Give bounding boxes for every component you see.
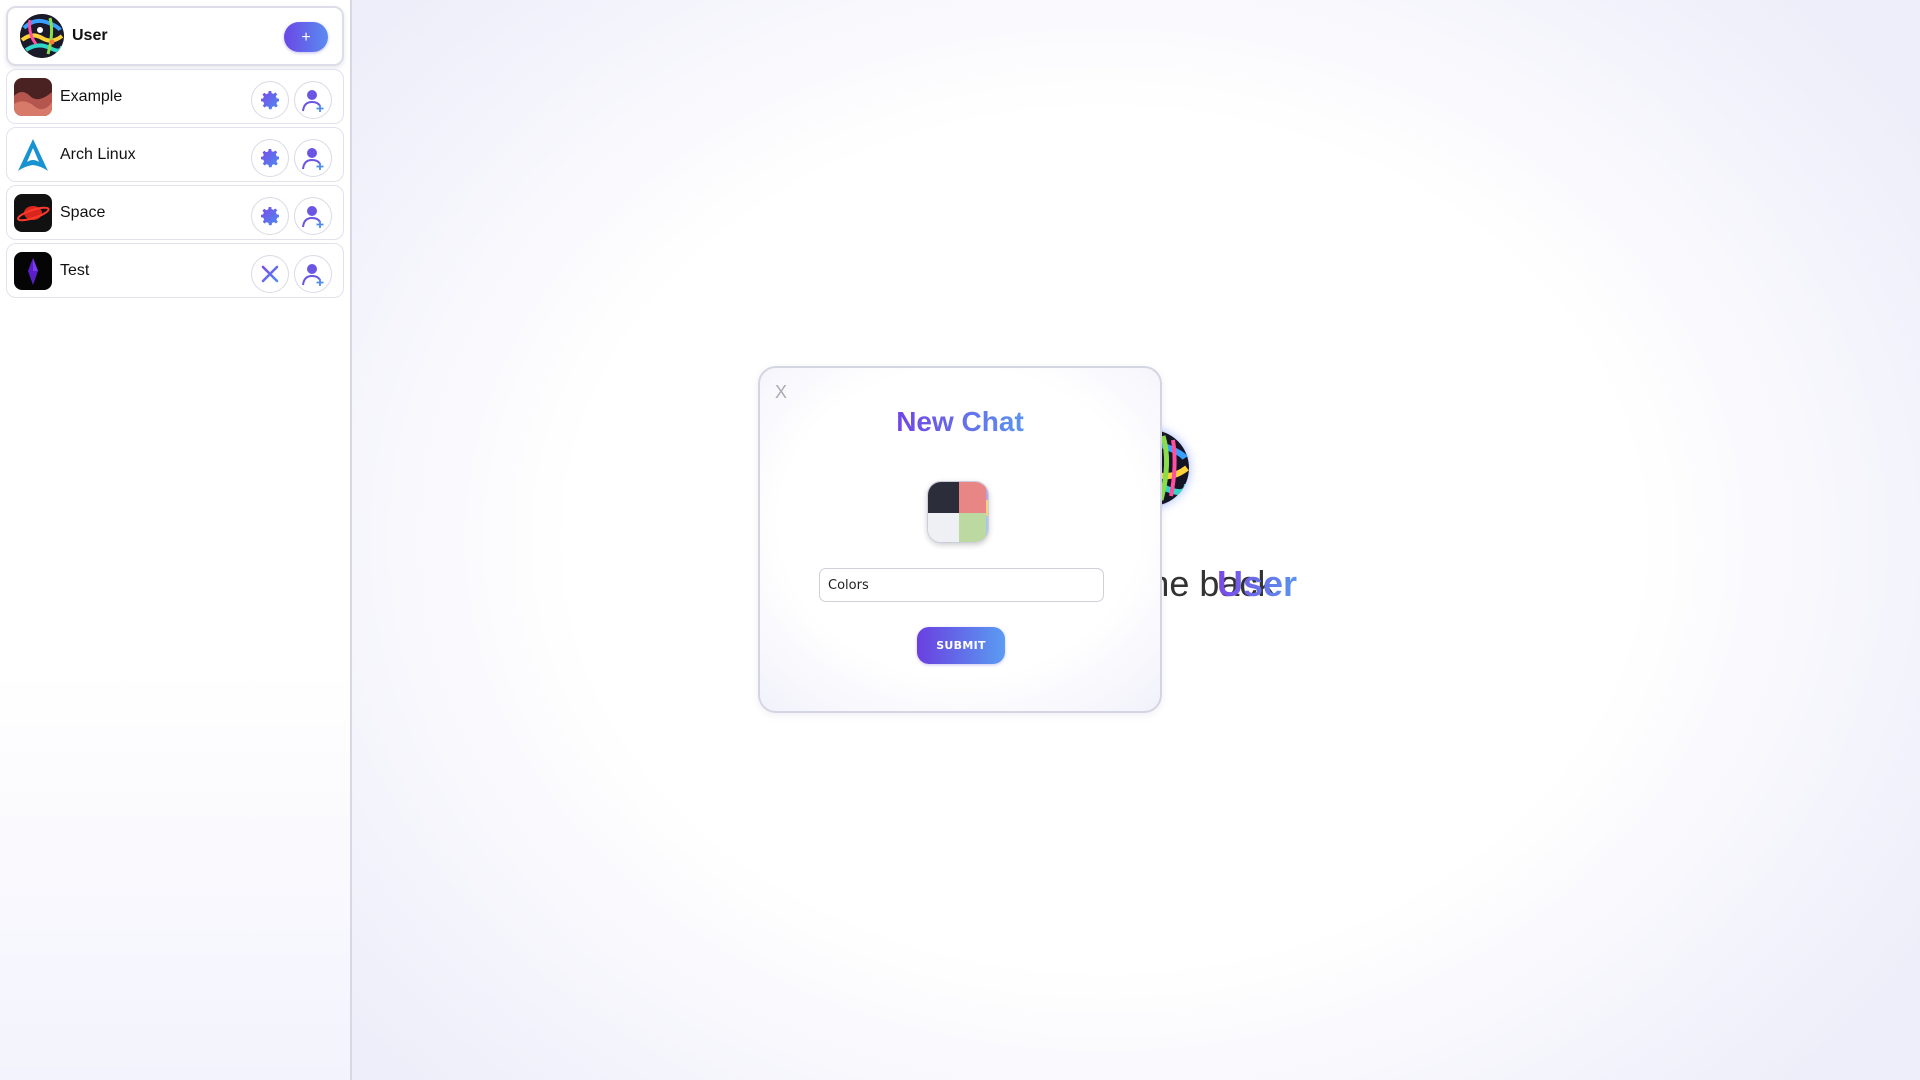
gear-icon <box>261 149 279 168</box>
gear-icon <box>261 91 279 110</box>
chat-item-space[interactable]: Space <box>6 185 344 240</box>
sidebar: User + Example Arch Linux Space Test <box>0 0 352 1080</box>
dialog-title: New Chat <box>760 406 1160 438</box>
user-plus-icon <box>302 148 324 170</box>
chat-image-picker[interactable] <box>927 481 989 543</box>
chat-item-arch-linux[interactable]: Arch Linux <box>6 127 344 182</box>
example-chat-icon <box>14 77 52 116</box>
leave-chat-button[interactable] <box>251 255 289 293</box>
arch-linux-chat-icon <box>14 135 52 174</box>
chat-name-input[interactable] <box>819 568 1104 602</box>
welcome-username: User <box>1217 563 1298 604</box>
new-chat-dialog: X New Chat SUBMIT <box>758 366 1162 713</box>
user-name: User <box>72 27 108 44</box>
new-chat-button[interactable]: + <box>284 22 328 52</box>
chat-label: Arch Linux <box>60 145 136 163</box>
user-plus-icon <box>302 206 324 228</box>
close-icon <box>261 265 279 283</box>
close-button[interactable]: X <box>775 382 787 403</box>
chat-label: Space <box>60 203 106 221</box>
gear-icon <box>261 207 279 226</box>
add-member-button[interactable] <box>294 81 332 119</box>
settings-button[interactable] <box>251 81 289 119</box>
settings-button[interactable] <box>251 197 289 235</box>
add-member-button[interactable] <box>294 197 332 235</box>
user-avatar[interactable] <box>20 14 64 58</box>
user-plus-icon <box>302 90 324 112</box>
user-card: User + <box>6 6 344 66</box>
test-chat-icon <box>14 251 52 290</box>
space-chat-icon <box>14 193 52 232</box>
chat-label: Example <box>60 87 123 105</box>
chat-item-example[interactable]: Example <box>6 69 344 124</box>
dialog-title-text: New Chat <box>896 406 1024 437</box>
add-member-button[interactable] <box>294 139 332 177</box>
chat-item-test[interactable]: Test <box>6 243 344 298</box>
user-plus-icon <box>302 264 324 286</box>
add-member-button[interactable] <box>294 255 332 293</box>
submit-button[interactable]: SUBMIT <box>917 627 1005 664</box>
chat-label: Test <box>60 261 90 279</box>
settings-button[interactable] <box>251 139 289 177</box>
